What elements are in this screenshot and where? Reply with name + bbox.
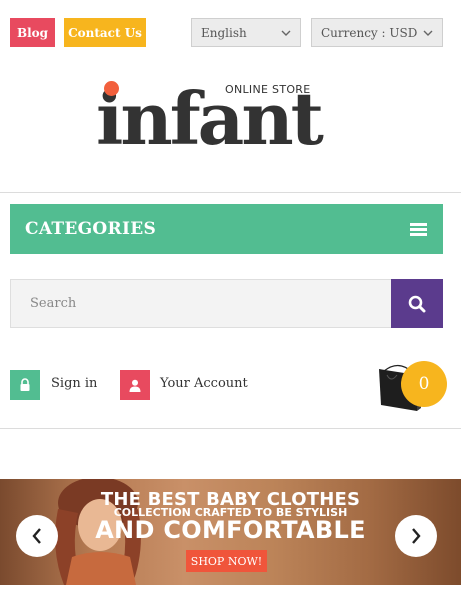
search-button[interactable] [391,279,443,328]
chevron-down-icon [281,30,291,36]
banner-next-button[interactable] [395,515,437,557]
language-select-value: English [201,25,247,40]
account-divider [0,428,461,429]
language-select[interactable]: English [191,18,301,47]
categories-menu-button[interactable]: CATEGORIES [10,204,443,254]
signin-link-icon[interactable] [10,370,40,400]
account-link-icon[interactable] [120,370,150,400]
blog-button[interactable]: Blog [10,18,55,47]
chevron-left-icon [32,528,41,544]
banner-prev-button[interactable] [16,515,58,557]
store-logo[interactable]: infant ONLINE STORE [96,78,358,160]
cart-button[interactable]: 0 [377,361,447,413]
shop-now-button[interactable]: SHOP NOW! [186,550,267,572]
contact-us-button[interactable]: Contact Us [64,18,146,47]
banner-headline-large: AND COMFORTABLE [95,516,366,544]
your-account-link[interactable]: Your Account [160,376,248,391]
cart-count-badge: 0 [401,361,447,407]
search-placeholder: Search [30,296,77,311]
search-icon [408,295,426,312]
user-icon [129,379,141,392]
currency-select[interactable]: Currency : USD [311,18,443,47]
logo-tagline: ONLINE STORE [225,83,311,96]
hamburger-menu-icon [410,223,427,236]
categories-label: CATEGORIES [25,219,157,239]
hero-banner: THE BEST BABY CLOTHES COLLECTION CRAFTED… [0,479,461,585]
lock-icon [20,378,30,391]
chevron-right-icon [412,528,421,544]
top-bar: Blog Contact Us English Currency : USD [0,0,461,66]
logo-dot [104,81,119,96]
search-input[interactable]: Search [10,279,392,328]
currency-select-value: Currency : USD [321,25,418,40]
signin-link[interactable]: Sign in [51,376,97,391]
header-divider [0,192,461,193]
chevron-down-icon [423,30,433,36]
